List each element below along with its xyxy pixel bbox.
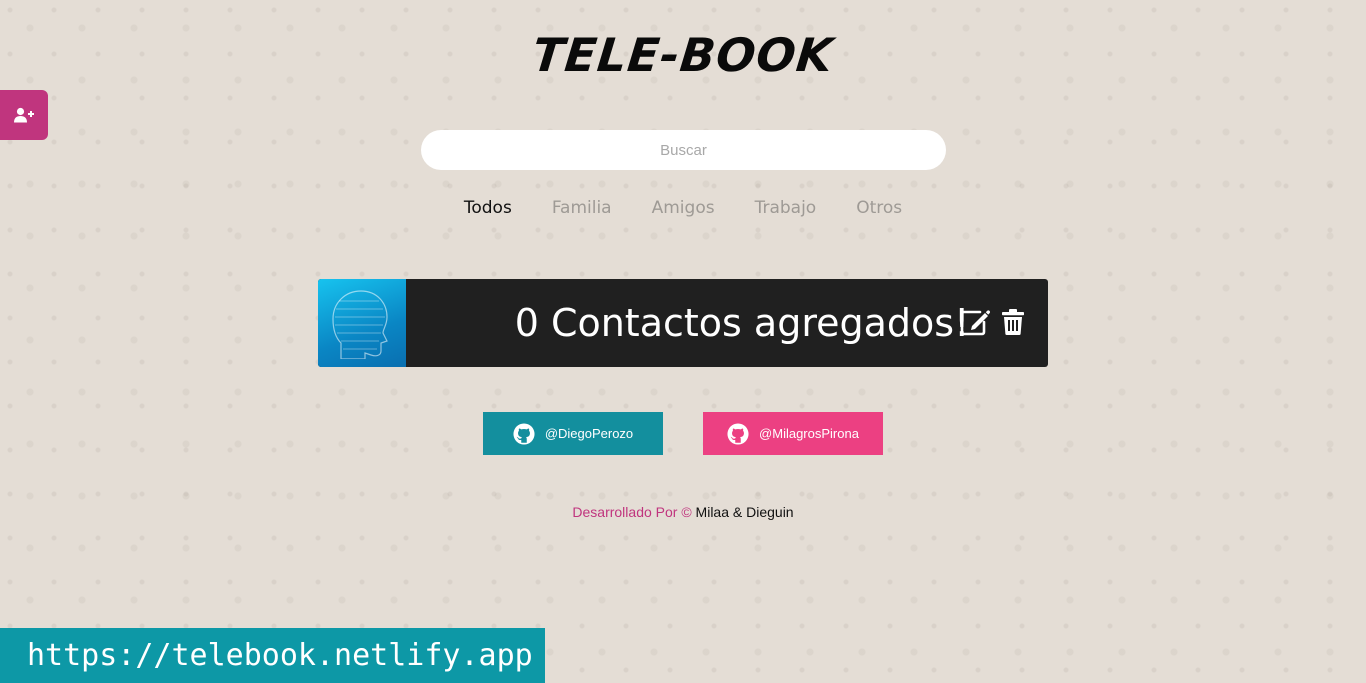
tab-amigos[interactable]: Amigos bbox=[652, 198, 715, 218]
github-icon bbox=[727, 422, 749, 445]
footer-credits: Desarrollado Por © Milaa & Dieguin bbox=[0, 504, 1366, 520]
category-tabs: Todos Familia Amigos Trabajo Otros bbox=[0, 198, 1366, 218]
github-link-label: @MilagrosPirona bbox=[759, 426, 859, 441]
app-title: TELE-BOOK bbox=[529, 28, 837, 82]
contact-card: 0 Contactos agregados! bbox=[318, 279, 1048, 367]
search-input[interactable] bbox=[421, 130, 946, 170]
tab-otros[interactable]: Otros bbox=[856, 198, 902, 218]
footer-prefix: Desarrollado Por © bbox=[572, 504, 692, 520]
github-link-diego[interactable]: @DiegoPerozo bbox=[483, 412, 663, 455]
github-link-milagros[interactable]: @MilagrosPirona bbox=[703, 412, 883, 455]
trash-icon[interactable] bbox=[1002, 309, 1024, 335]
avatar bbox=[318, 279, 406, 367]
tab-todos[interactable]: Todos bbox=[464, 198, 512, 218]
github-link-label: @DiegoPerozo bbox=[544, 426, 634, 441]
url-banner: https://telebook.netlify.app bbox=[0, 628, 545, 683]
tab-trabajo[interactable]: Trabajo bbox=[755, 198, 817, 218]
user-plus-icon bbox=[14, 107, 34, 123]
github-icon bbox=[513, 422, 535, 445]
add-contact-button[interactable] bbox=[0, 90, 48, 140]
footer-names: Milaa & Dieguin bbox=[695, 504, 794, 520]
tab-familia[interactable]: Familia bbox=[552, 198, 612, 218]
edit-icon[interactable] bbox=[960, 308, 990, 336]
contacts-count-text: 0 Contactos agregados! bbox=[514, 301, 970, 345]
